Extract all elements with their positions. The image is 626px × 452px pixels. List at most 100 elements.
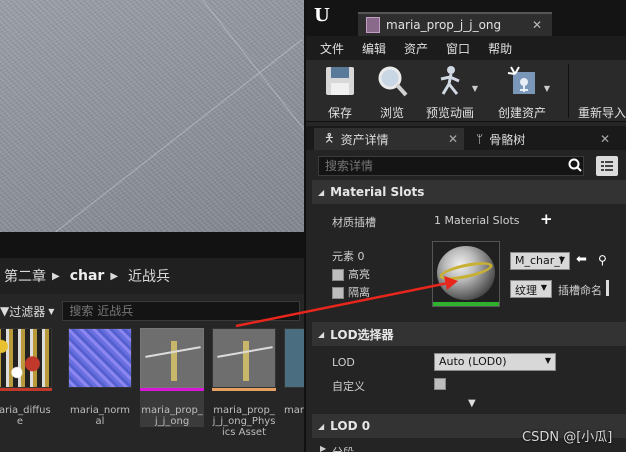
asset-search-input[interactable] bbox=[62, 301, 301, 321]
add-material-slot-icon[interactable]: + bbox=[540, 210, 553, 228]
browse-magnifier-icon[interactable]: ⚲ bbox=[598, 253, 607, 267]
asset-thumbnail bbox=[68, 328, 132, 388]
menu-item-help[interactable]: 帮助 bbox=[488, 40, 512, 57]
breadcrumb-item[interactable]: char bbox=[70, 268, 105, 284]
tab-label: 资产详情 bbox=[340, 132, 389, 147]
asset-tile[interactable]: maria_prop_j_j_ong bbox=[140, 328, 204, 427]
menu-item-asset[interactable]: 资产 bbox=[404, 40, 428, 57]
filter-button[interactable]: ▼ 过滤器 ▼ bbox=[0, 301, 58, 321]
view-options-button[interactable] bbox=[596, 156, 618, 176]
document-tab[interactable]: maria_prop_j_j_ong ✕ bbox=[358, 12, 552, 36]
highlight-checkbox-wrap: 高亮 bbox=[332, 266, 370, 282]
asset-grid: maria_diffuse maria_normal maria_prop_j_… bbox=[0, 328, 304, 452]
material-name: M_char_i bbox=[515, 254, 563, 267]
skeletal-mesh-editor: U maria_prop_j_j_ong ✕ 文件 编辑 资产 窗口 帮助 保存 bbox=[304, 0, 626, 452]
section-lod-picker[interactable]: ◢ LOD选择器 bbox=[312, 322, 626, 346]
filter-label: 过滤器 bbox=[9, 304, 46, 319]
asset-thumbnail bbox=[284, 328, 304, 388]
content-browser: 第二章 ▶ char ▶ 近战兵 ▼ 过滤器 ▼ maria_diffuse bbox=[0, 258, 304, 452]
chevron-down-icon: ▼ bbox=[540, 283, 547, 292]
slot-name-label: 插槽命名 bbox=[558, 284, 602, 297]
custom-label: 自定义 bbox=[332, 380, 365, 393]
advanced-expand-icon[interactable]: ▼ bbox=[468, 398, 476, 409]
material-picker[interactable]: M_char_i ▼ bbox=[510, 252, 570, 270]
reimport-icon bbox=[586, 64, 620, 98]
asset-tile[interactable]: mar bbox=[284, 328, 304, 416]
toolbar: 保存 浏览 ▼ 预览动画 ▼ 创建资产 重新导入 bbox=[306, 60, 626, 122]
chevron-down-icon: ▼ bbox=[544, 356, 551, 365]
details-tab-icon: 🯅 bbox=[324, 130, 335, 145]
menu-item-file[interactable]: 文件 bbox=[320, 40, 344, 57]
lod-dropdown[interactable]: Auto (LOD0) ▼ bbox=[434, 353, 556, 371]
material-slots-count: 1 Material Slots bbox=[434, 214, 520, 227]
highlight-label: 高亮 bbox=[348, 268, 370, 281]
breadcrumb-item[interactable]: 近战兵 bbox=[128, 266, 170, 286]
collapse-arrow-icon: ◢ bbox=[318, 421, 325, 431]
section-title: Material Slots bbox=[330, 185, 425, 199]
section-material-slots[interactable]: ◢ Material Slots bbox=[312, 180, 626, 204]
isolate-label: 隔离 bbox=[348, 286, 370, 299]
element-label: 元素 0 bbox=[332, 250, 365, 263]
asset-tile[interactable]: maria_normal bbox=[68, 328, 132, 427]
menu-item-window[interactable]: 窗口 bbox=[446, 40, 470, 57]
asset-tile[interactable]: maria_prop_j_j_ong_Physics Asset bbox=[212, 328, 276, 438]
close-icon[interactable]: ✕ bbox=[448, 132, 458, 146]
grid-icon bbox=[601, 161, 613, 171]
breadcrumb-separator-icon: ▶ bbox=[110, 270, 119, 282]
menu-item-edit[interactable]: 编辑 bbox=[362, 40, 386, 57]
close-icon[interactable]: ✕ bbox=[600, 132, 610, 146]
viewport-bottom-bar bbox=[0, 232, 304, 258]
panel-tab-strip: 🯅 资产详情 ✕ ᛘ 骨骼树 ✕ bbox=[306, 126, 626, 150]
create-asset-button[interactable]: ▼ 创建资产 bbox=[492, 64, 552, 121]
texture-dropdown[interactable]: 纹理 ▼ bbox=[510, 280, 552, 298]
custom-lod-checkbox[interactable] bbox=[434, 378, 446, 390]
asset-type-bar bbox=[140, 388, 204, 391]
expand-arrow-icon[interactable]: ▶ bbox=[320, 444, 326, 452]
material-status-bar bbox=[433, 302, 499, 306]
breadcrumb-item[interactable]: 第二章 bbox=[4, 266, 46, 286]
asset-tile[interactable]: maria_diffuse bbox=[0, 328, 52, 427]
skeletal-mesh-icon bbox=[366, 17, 380, 33]
magnifier-icon bbox=[375, 64, 409, 98]
asset-type-bar bbox=[212, 388, 276, 391]
close-icon[interactable]: ✕ bbox=[532, 18, 542, 32]
unreal-logo-icon: U bbox=[314, 5, 330, 26]
chevron-down-icon[interactable]: ▼ bbox=[544, 84, 550, 93]
create-asset-label: 创建资产 bbox=[497, 106, 546, 120]
save-button[interactable]: 保存 bbox=[310, 64, 370, 121]
chevron-down-icon: ▼ bbox=[558, 255, 565, 264]
search-icon[interactable] bbox=[568, 158, 582, 172]
funnel-icon: ▼ bbox=[0, 304, 10, 318]
highlight-checkbox[interactable] bbox=[332, 269, 344, 281]
bone-tree-icon: ᛘ bbox=[476, 132, 484, 146]
asset-name: maria_normal bbox=[69, 405, 131, 427]
breadcrumb: 第二章 ▶ char ▶ 近战兵 bbox=[0, 258, 304, 294]
browse-label: 浏览 bbox=[379, 106, 404, 120]
character-figure-icon bbox=[171, 341, 177, 381]
character-figure-icon bbox=[243, 341, 249, 381]
tab-asset-details[interactable]: 🯅 资产详情 ✕ bbox=[314, 128, 464, 150]
tab-skeleton-tree[interactable]: ᛘ 骨骼树 ✕ bbox=[466, 128, 616, 150]
details-search-input[interactable] bbox=[318, 156, 584, 176]
tab-label: 骨骼树 bbox=[489, 132, 526, 147]
preview-animation-button[interactable]: ▼ 预览动画 bbox=[420, 64, 480, 121]
material-thumbnail[interactable] bbox=[432, 241, 500, 307]
sections-label: 分段 bbox=[332, 444, 354, 452]
asset-name: maria_prop_j_j_ong bbox=[141, 405, 203, 427]
chevron-down-icon[interactable]: ▼ bbox=[472, 84, 478, 93]
isolate-checkbox[interactable] bbox=[332, 287, 344, 299]
collapse-arrow-icon: ◢ bbox=[318, 187, 325, 197]
lod-label: LOD bbox=[332, 356, 355, 369]
floppy-disk-icon bbox=[323, 64, 357, 98]
browse-button[interactable]: 浏览 bbox=[362, 64, 422, 121]
menu-bar: 文件 编辑 资产 窗口 帮助 bbox=[306, 36, 626, 60]
material-slots-label: 材质插槽 bbox=[332, 216, 376, 229]
reimport-button[interactable]: 重新导入 bbox=[578, 64, 626, 121]
floor-texture bbox=[0, 0, 304, 232]
level-viewport[interactable] bbox=[0, 0, 304, 232]
slot-name-input[interactable] bbox=[606, 280, 609, 296]
use-selected-arrow-icon[interactable]: ⬅ bbox=[576, 252, 587, 267]
filter-bar: ▼ 过滤器 ▼ bbox=[0, 300, 304, 322]
asset-thumbnail bbox=[0, 328, 52, 388]
watermark: CSDN @[小瓜] bbox=[522, 430, 613, 445]
